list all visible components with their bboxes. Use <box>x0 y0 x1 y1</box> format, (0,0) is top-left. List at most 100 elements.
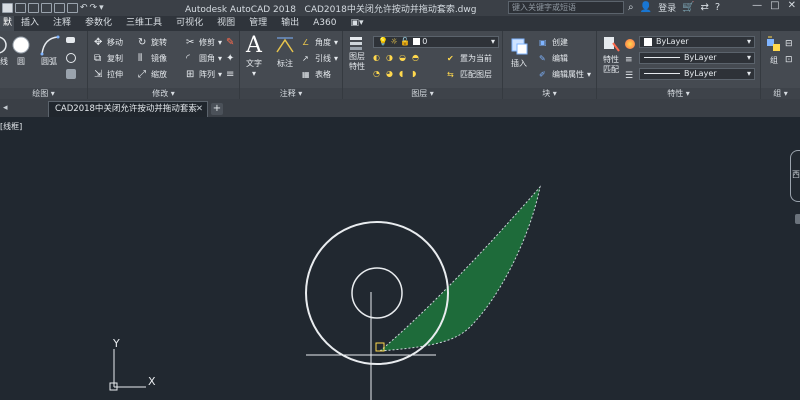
circle-tool-button[interactable]: 圆 <box>10 34 32 67</box>
layer-thaw-icon[interactable]: ◕ <box>386 69 396 79</box>
layer-walk-icon[interactable]: ◗ <box>412 69 422 79</box>
dimension-tool-button[interactable]: 标注 <box>274 34 296 69</box>
tab-annotate[interactable]: 注释 <box>46 16 78 31</box>
properties-panel-title[interactable]: 特性 ▾ <box>597 88 760 99</box>
lineweight-icon[interactable]: ☰ <box>625 71 635 81</box>
ellipse-icon[interactable] <box>66 53 76 63</box>
ungroup-icon[interactable]: ⊟ <box>785 39 795 49</box>
open-file-icon[interactable] <box>28 3 39 13</box>
mirror-button[interactable]: ⫴ 镜像 <box>138 53 167 64</box>
draw-panel-title[interactable]: 绘图 ▾ <box>0 88 87 99</box>
cart-icon[interactable]: 🛒 <box>682 2 694 13</box>
table-button[interactable]: ▦ 表格 <box>302 69 331 80</box>
new-file-icon[interactable] <box>15 3 26 13</box>
layer-properties-button[interactable]: 图层特性 <box>346 34 368 72</box>
ucs-y-label: Y <box>113 337 120 350</box>
app-menu-icon[interactable] <box>2 3 13 13</box>
match-layer-button[interactable]: ⇆ 匹配图层 <box>447 69 492 80</box>
new-tab-button[interactable]: + <box>211 103 223 115</box>
navigation-bar-handle[interactable] <box>795 214 800 224</box>
tab-output[interactable]: 输出 <box>274 16 306 31</box>
tab-insert[interactable]: 插入 <box>14 16 46 31</box>
minimize-button[interactable]: — <box>752 0 762 11</box>
array-dropdown-icon[interactable]: ▾ <box>218 70 222 79</box>
print-icon[interactable] <box>67 3 78 13</box>
trim-button[interactable]: ✂ 修剪 ▾ <box>186 37 222 48</box>
maximize-button[interactable]: □ <box>770 0 779 11</box>
fillet-button[interactable]: ◜ 圆角 ▾ <box>186 53 222 64</box>
rotate-button[interactable]: ↻ 旋转 <box>138 37 167 48</box>
layer-freeze-tool-icon[interactable]: ◒ <box>399 53 409 63</box>
leader-button[interactable]: ↗ 引线 ▾ <box>302 53 338 64</box>
block-panel-title[interactable]: 块 ▾ <box>503 88 596 99</box>
ribbon-options-icon[interactable]: ▣▾ <box>343 16 370 31</box>
match-properties-button[interactable]: 特性匹配 <box>600 35 622 75</box>
group-button[interactable]: 组 <box>765 35 783 66</box>
viewcube[interactable]: 西 <box>790 150 800 202</box>
save-icon[interactable] <box>41 3 52 13</box>
tab-visualize[interactable]: 可视化 <box>169 16 210 31</box>
search-input[interactable]: 键入关键字或短语 <box>508 1 624 14</box>
viewport-controls-label[interactable]: [线框] <box>0 121 22 132</box>
layer-unisolate-icon[interactable]: ◔ <box>373 69 383 79</box>
arc-tool-button[interactable]: 圆弧 <box>38 34 60 67</box>
create-block-button[interactable]: ▣ 创建 <box>539 37 568 48</box>
linetype-icon[interactable]: ≡ <box>625 55 635 65</box>
array-button[interactable]: ⊞ 阵列 ▾ <box>186 69 222 80</box>
tab-parametric[interactable]: 参数化 <box>78 16 119 31</box>
qat-dropdown-icon[interactable]: ▾ <box>99 3 104 13</box>
layers-panel-title[interactable]: 图层 ▾ <box>343 88 502 99</box>
layer-lock-tool-icon[interactable]: ◓ <box>412 53 422 63</box>
rectangle-icon[interactable] <box>66 37 75 43</box>
group-edit-icon[interactable]: ⊡ <box>785 55 795 65</box>
tab-a360[interactable]: A360 <box>306 16 343 31</box>
stretch-button[interactable]: ⇲ 拉伸 <box>94 69 123 80</box>
login-link[interactable]: 登录 <box>658 1 676 14</box>
color-wheel-icon[interactable] <box>625 39 635 49</box>
set-current-button[interactable]: ✔ 置为当前 <box>447 53 492 64</box>
color-dropdown[interactable]: ByLayer ▾ <box>639 36 755 48</box>
undo-icon[interactable]: ↶ <box>80 3 88 13</box>
layer-unlock-icon[interactable]: ◖ <box>399 69 409 79</box>
scale-button[interactable]: ⤢ 缩放 <box>138 69 167 80</box>
drawing-svg[interactable] <box>0 117 800 400</box>
close-button[interactable]: ✕ <box>788 0 796 11</box>
tab-default[interactable]: 默认 <box>0 16 14 31</box>
lineweight-dropdown[interactable]: ByLayer ▾ <box>639 68 755 80</box>
linetype-dropdown[interactable]: ByLayer ▾ <box>639 52 755 64</box>
layer-dropdown[interactable]: 💡 ☼ 🔓 0 ▾ <box>373 36 499 48</box>
tab-manage[interactable]: 管理 <box>242 16 274 31</box>
array-icon: ⊞ <box>186 68 195 80</box>
tab-view[interactable]: 视图 <box>210 16 242 31</box>
insert-block-button[interactable]: 插入 <box>509 36 529 69</box>
search-icon[interactable]: ⌕ <box>628 2 634 13</box>
copy-button[interactable]: ⧉ 复制 <box>94 53 123 64</box>
scale-icon: ⤢ <box>138 68 146 80</box>
erase-icon[interactable]: ✎ <box>226 37 236 48</box>
user-icon[interactable]: 👤 <box>640 2 652 13</box>
drawing-canvas[interactable]: Y X <box>0 117 800 400</box>
offset-icon[interactable]: ≡ <box>226 69 236 80</box>
document-tab[interactable]: CAD2018中关闭允许按动并拖动套索 ✕ <box>48 101 208 117</box>
start-tab-arrow-icon[interactable]: ◂ <box>3 103 8 113</box>
save-as-icon[interactable] <box>54 3 65 13</box>
redo-icon[interactable]: ↷ <box>90 3 98 13</box>
explode-icon[interactable]: ✦ <box>226 53 236 64</box>
angular-button[interactable]: ∠ 角度 ▾ <box>302 37 338 48</box>
move-button[interactable]: ✥ 移动 <box>94 37 123 48</box>
close-tab-icon[interactable]: ✕ <box>196 102 203 117</box>
fillet-dropdown-icon[interactable]: ▾ <box>218 54 222 63</box>
trim-dropdown-icon[interactable]: ▾ <box>218 38 222 47</box>
annotation-panel-title[interactable]: 注释 ▾ <box>240 88 342 99</box>
text-tool-button[interactable]: A 文字 ▾ <box>246 34 262 79</box>
layer-off-icon[interactable]: ◐ <box>373 53 383 63</box>
group-panel-title[interactable]: 组 ▾ <box>761 88 800 99</box>
modify-panel-title[interactable]: 修改 ▾ <box>88 88 239 99</box>
exchange-icon[interactable]: ⇄ <box>701 2 709 13</box>
layer-isolate-icon[interactable]: ◑ <box>386 53 396 63</box>
tab-3d-tools[interactable]: 三维工具 <box>119 16 169 31</box>
help-icon[interactable]: ? <box>715 2 720 13</box>
edit-block-button[interactable]: ✎ 编辑 <box>539 53 568 64</box>
edit-attributes-button[interactable]: ✐ 编辑属性 ▾ <box>539 69 591 80</box>
hatch-icon[interactable] <box>66 69 76 79</box>
